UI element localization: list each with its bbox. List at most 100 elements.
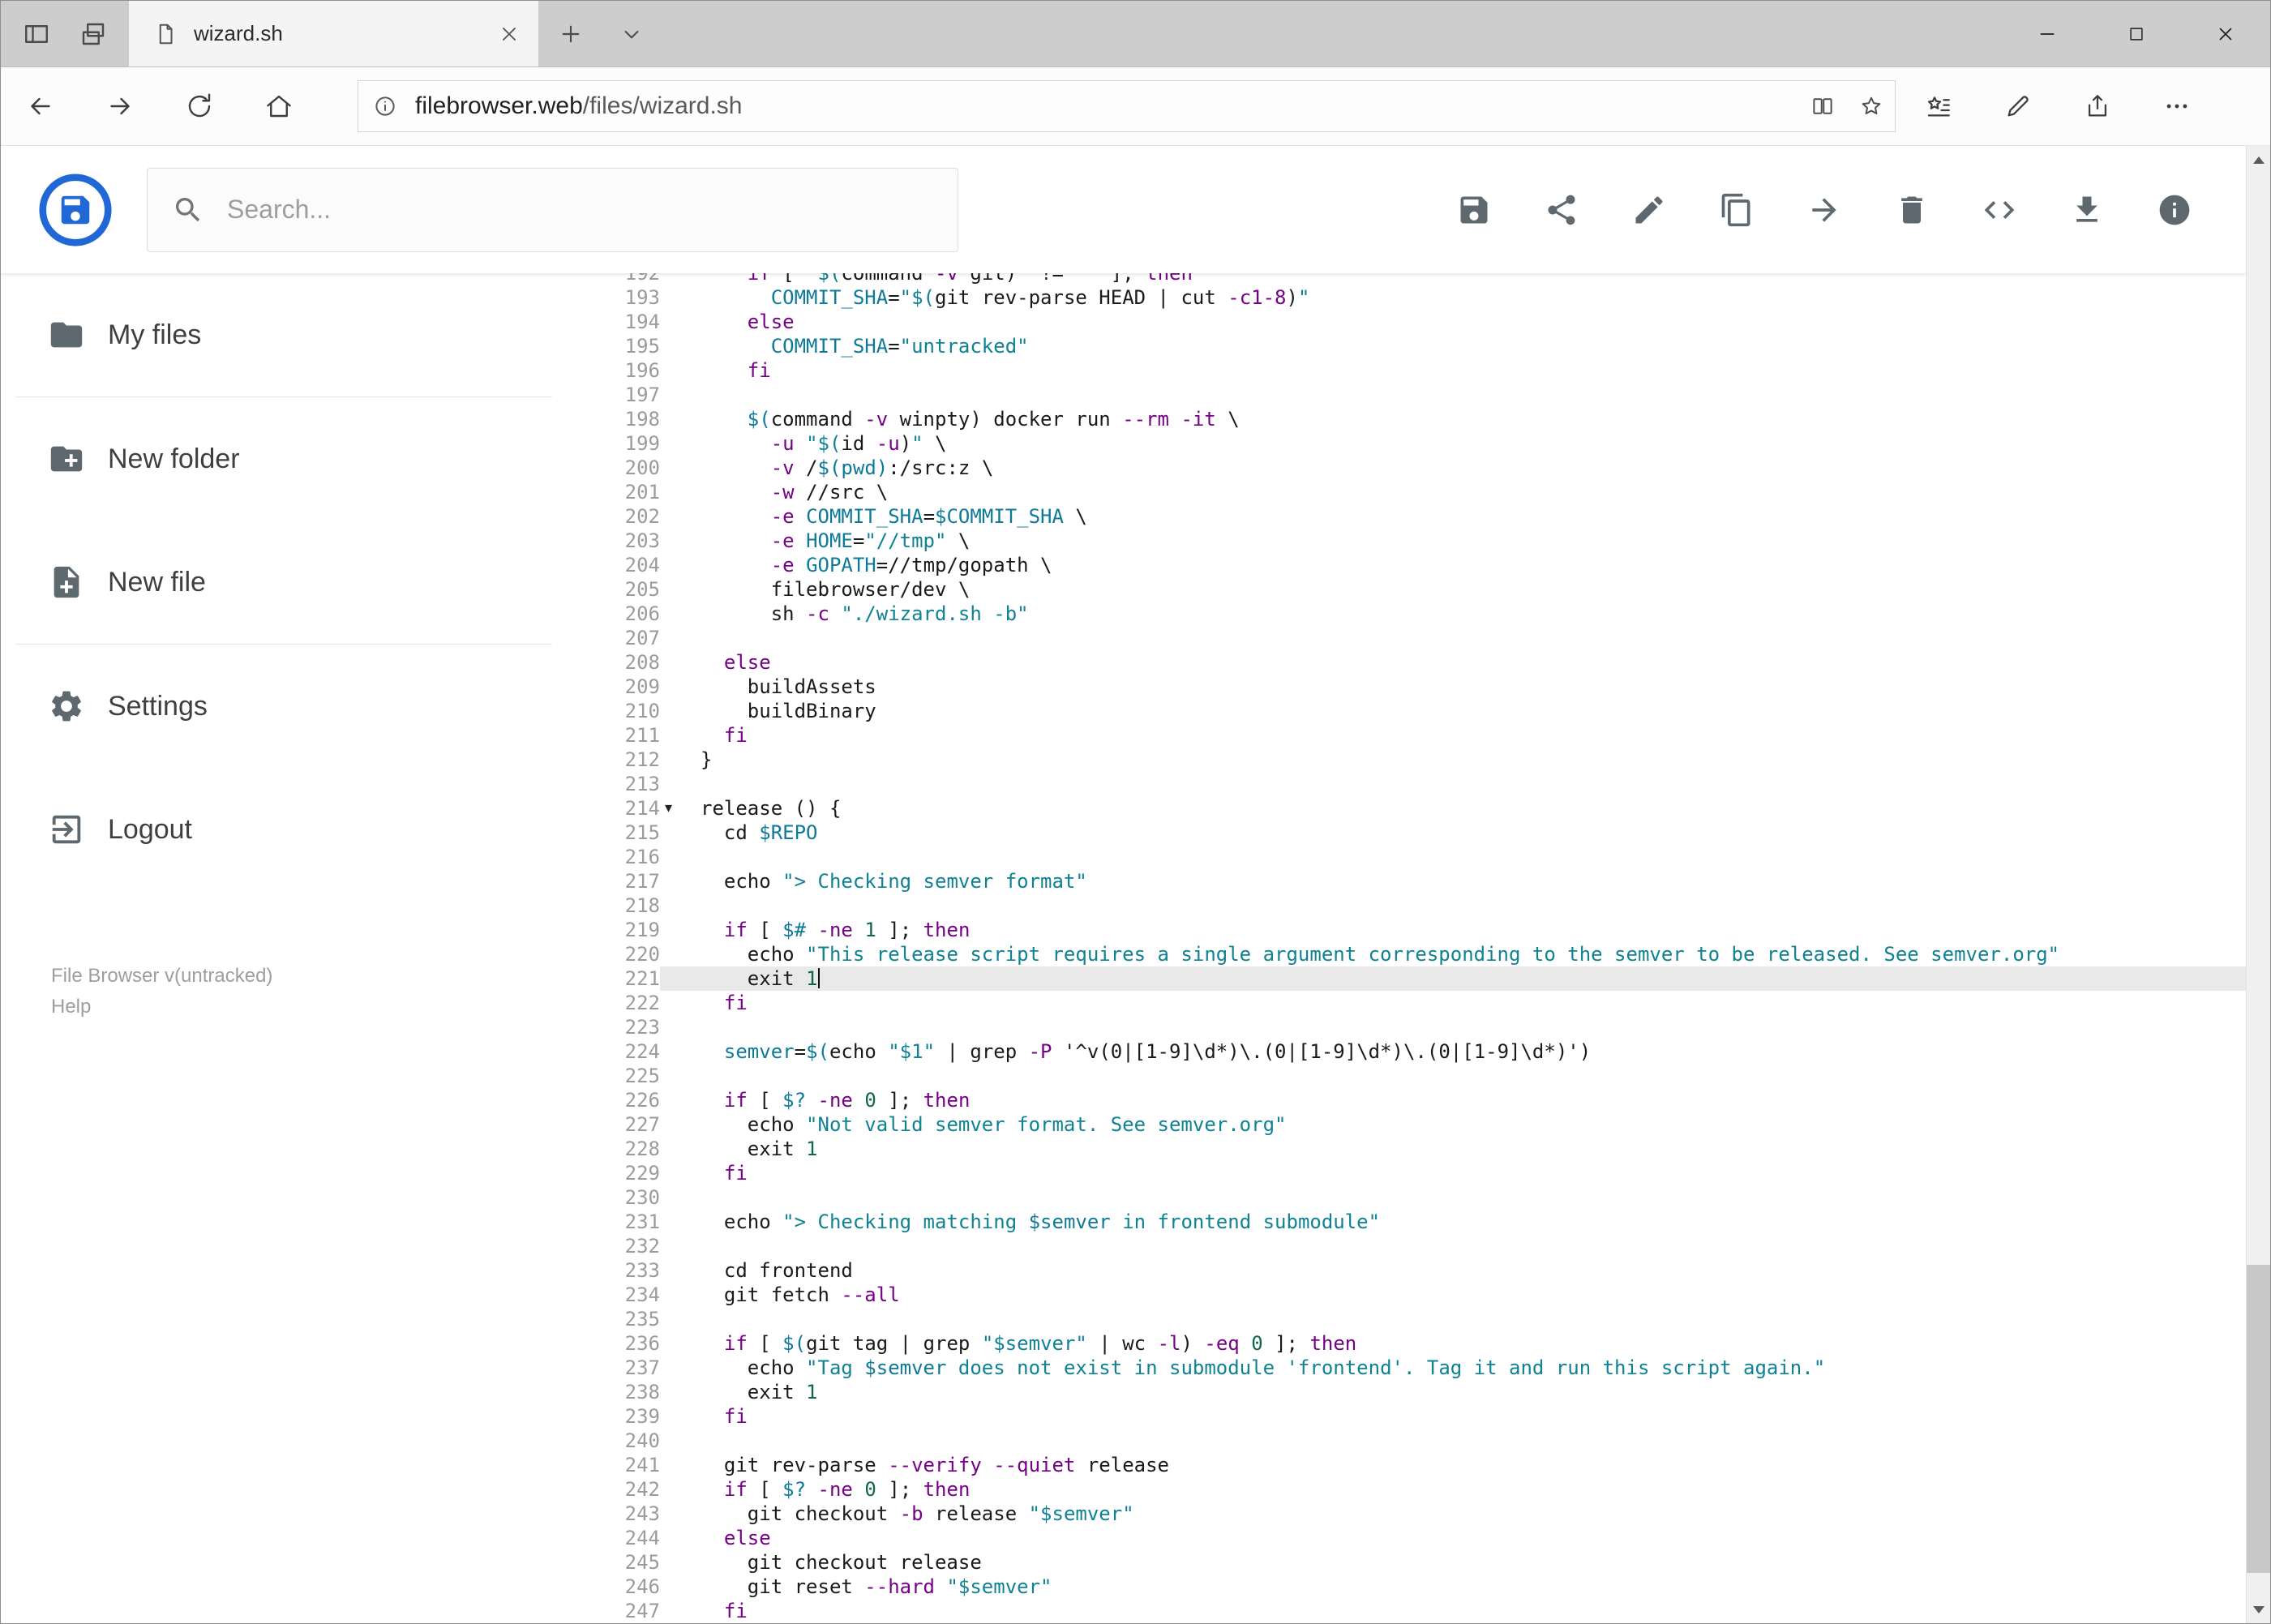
- code-line-219[interactable]: 219 if [ $# -ne 1 ]; then: [568, 918, 2246, 942]
- search-input[interactable]: [225, 194, 933, 225]
- code-line-238[interactable]: 238 exit 1: [568, 1380, 2246, 1404]
- web-note-pen-icon[interactable]: [2004, 92, 2032, 120]
- home-button[interactable]: [239, 67, 319, 146]
- code-line-237[interactable]: 237 echo "Tag $semver does not exist in …: [568, 1356, 2246, 1380]
- code-line-198[interactable]: 198 $(command -v winpty) docker run --rm…: [568, 407, 2246, 431]
- code-line-197[interactable]: 197: [568, 383, 2246, 407]
- code-line-230[interactable]: 230: [568, 1185, 2246, 1210]
- refresh-button[interactable]: [160, 67, 239, 146]
- code-line-211[interactable]: 211 fi: [568, 723, 2246, 748]
- code-line-231[interactable]: 231 echo "> Checking matching $semver in…: [568, 1210, 2246, 1234]
- code-line-194[interactable]: 194 else: [568, 310, 2246, 334]
- code-line-243[interactable]: 243 git checkout -b release "$semver": [568, 1502, 2246, 1526]
- code-line-224[interactable]: 224 semver=$(echo "$1" | grep -P '^v(0|[…: [568, 1039, 2246, 1064]
- rename-button[interactable]: [1631, 192, 1667, 228]
- sidebar-item-my-files[interactable]: My files: [1, 273, 568, 396]
- code-line-246[interactable]: 246 git reset --hard "$semver": [568, 1575, 2246, 1599]
- forward-button[interactable]: [80, 67, 160, 146]
- code-line-218[interactable]: 218: [568, 893, 2246, 918]
- code-line-209[interactable]: 209 buildAssets: [568, 675, 2246, 699]
- fold-marker-icon[interactable]: ▾: [665, 796, 672, 821]
- code-line-241[interactable]: 241 git rev-parse --verify --quiet relea…: [568, 1453, 2246, 1477]
- scroll-down-button[interactable]: [2247, 1596, 2270, 1623]
- scroll-up-button[interactable]: [2247, 146, 2270, 174]
- code-line-200[interactable]: 200 -v /$(pwd):/src:z \: [568, 456, 2246, 480]
- code-line-236[interactable]: 236 if [ $(git tag | grep "$semver" | wc…: [568, 1331, 2246, 1356]
- tab-wizard-sh[interactable]: wizard.sh: [129, 1, 538, 66]
- code-line-242[interactable]: 242 if [ $? -ne 0 ]; then: [568, 1477, 2246, 1502]
- code-line-221[interactable]: 221 exit 1: [568, 966, 2246, 991]
- url-text[interactable]: filebrowser.web/files/wizard.sh: [415, 92, 1786, 120]
- info-button[interactable]: [2157, 192, 2192, 228]
- tabs-preview-icon[interactable]: [79, 19, 108, 49]
- code-line-229[interactable]: 229 fi: [568, 1161, 2246, 1185]
- maximize-button[interactable]: [2092, 1, 2181, 66]
- reading-view-icon[interactable]: [1810, 94, 1835, 118]
- sidebar-item-new-folder[interactable]: New folder: [1, 397, 568, 521]
- code-line-216[interactable]: 216: [568, 845, 2246, 869]
- window-close-button[interactable]: [2181, 1, 2270, 66]
- move-button[interactable]: [1806, 192, 1842, 228]
- copy-button[interactable]: [1719, 192, 1755, 228]
- code-line-217[interactable]: 217 echo "> Checking semver format": [568, 869, 2246, 893]
- code-line-232[interactable]: 232: [568, 1234, 2246, 1258]
- sidebar-item-logout[interactable]: Logout: [1, 768, 568, 891]
- favorite-star-icon[interactable]: [1859, 94, 1883, 118]
- more-ellipsis-icon[interactable]: [2163, 92, 2191, 120]
- new-tab-button[interactable]: [538, 1, 603, 66]
- minimize-button[interactable]: [2003, 1, 2092, 66]
- code-line-196[interactable]: 196 fi: [568, 358, 2246, 383]
- set-tabs-aside-icon[interactable]: [22, 19, 51, 49]
- help-link[interactable]: Help: [51, 992, 568, 1022]
- code-line-212[interactable]: 212}: [568, 748, 2246, 772]
- share-button[interactable]: [1544, 192, 1579, 228]
- code-line-201[interactable]: 201 -w //src \: [568, 480, 2246, 504]
- code-line-195[interactable]: 195 COMMIT_SHA="untracked": [568, 334, 2246, 358]
- code-line-215[interactable]: 215 cd $REPO: [568, 821, 2246, 845]
- share-icon[interactable]: [2084, 92, 2111, 120]
- code-line-247[interactable]: 247 fi: [568, 1599, 2246, 1623]
- code-line-210[interactable]: 210 buildBinary: [568, 699, 2246, 723]
- code-line-206[interactable]: 206 sh -c "./wizard.sh -b": [568, 602, 2246, 626]
- delete-button[interactable]: [1894, 192, 1930, 228]
- code-line-220[interactable]: 220 echo "This release script requires a…: [568, 942, 2246, 966]
- vertical-scrollbar[interactable]: [2246, 146, 2270, 1623]
- code-line-239[interactable]: 239 fi: [568, 1404, 2246, 1429]
- code-line-226[interactable]: 226 if [ $? -ne 0 ]; then: [568, 1088, 2246, 1112]
- code-line-208[interactable]: 208 else: [568, 650, 2246, 675]
- back-button[interactable]: [1, 67, 80, 146]
- favorites-hub-icon[interactable]: [1925, 92, 1952, 120]
- url-field[interactable]: filebrowser.web/files/wizard.sh: [358, 80, 1896, 132]
- save-button[interactable]: [1456, 192, 1492, 228]
- code-editor-button[interactable]: [1982, 192, 2017, 228]
- site-info-icon[interactable]: [373, 94, 397, 118]
- code-line-228[interactable]: 228 exit 1: [568, 1137, 2246, 1161]
- sidebar-item-new-file[interactable]: New file: [1, 521, 568, 644]
- code-line-235[interactable]: 235: [568, 1307, 2246, 1331]
- code-line-192[interactable]: 192 if [ "$(command -v git)" != "" ]; th…: [568, 273, 2246, 285]
- code-line-240[interactable]: 240: [568, 1429, 2246, 1453]
- code-line-244[interactable]: 244 else: [568, 1526, 2246, 1550]
- code-line-234[interactable]: 234 git fetch --all: [568, 1283, 2246, 1307]
- code-line-225[interactable]: 225: [568, 1064, 2246, 1088]
- filebrowser-logo-icon[interactable]: [38, 173, 113, 247]
- code-line-214[interactable]: 214 ▾ release () {: [568, 796, 2246, 821]
- code-line-199[interactable]: 199 -u "$(id -u)" \: [568, 431, 2246, 456]
- code-line-202[interactable]: 202 -e COMMIT_SHA=$COMMIT_SHA \: [568, 504, 2246, 529]
- code-line-227[interactable]: 227 echo "Not valid semver format. See s…: [568, 1112, 2246, 1137]
- code-line-245[interactable]: 245 git checkout release: [568, 1550, 2246, 1575]
- tab-close-icon[interactable]: [498, 23, 521, 45]
- search-box[interactable]: [147, 167, 958, 252]
- code-line-213[interactable]: 213: [568, 772, 2246, 796]
- code-line-204[interactable]: 204 -e GOPATH=//tmp/gopath \: [568, 553, 2246, 577]
- code-line-222[interactable]: 222 fi: [568, 991, 2246, 1015]
- tab-list-button[interactable]: [603, 1, 660, 66]
- download-button[interactable]: [2069, 192, 2105, 228]
- code-line-193[interactable]: 193 COMMIT_SHA="$(git rev-parse HEAD | c…: [568, 285, 2246, 310]
- code-line-207[interactable]: 207: [568, 626, 2246, 650]
- code-line-205[interactable]: 205 filebrowser/dev \: [568, 577, 2246, 602]
- code-line-223[interactable]: 223: [568, 1015, 2246, 1039]
- code-line-233[interactable]: 233 cd frontend: [568, 1258, 2246, 1283]
- code-line-203[interactable]: 203 -e HOME="//tmp" \: [568, 529, 2246, 553]
- sidebar-item-settings[interactable]: Settings: [1, 645, 568, 768]
